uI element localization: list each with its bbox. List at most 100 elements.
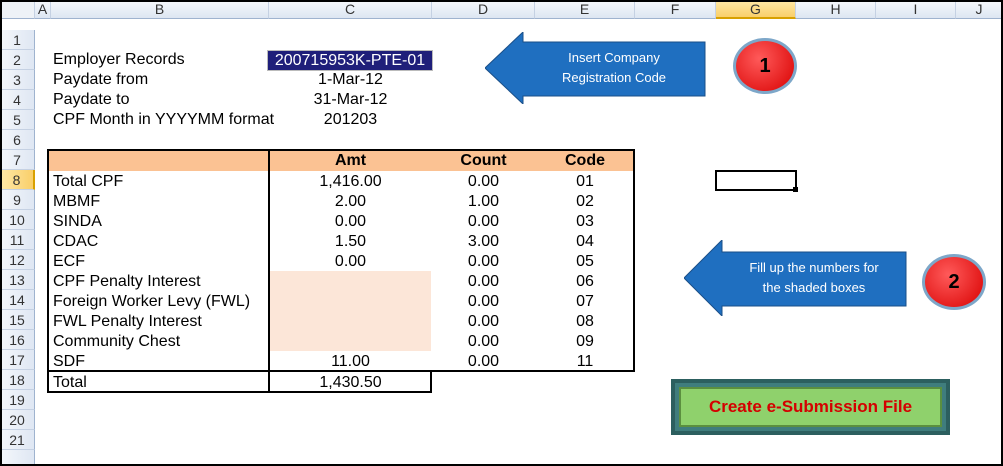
amt-sdf[interactable]: 11.00: [270, 352, 431, 372]
column-header-g[interactable]: G: [716, 0, 796, 19]
row-header-12[interactable]: 12: [0, 250, 35, 270]
amt-community-chest[interactable]: [270, 332, 431, 352]
code-sdf: 11: [576, 353, 594, 370]
row-name-sdf: SDF: [53, 353, 85, 370]
row-name-community-chest: Community Chest: [53, 333, 181, 350]
row-header-10[interactable]: 10: [0, 210, 35, 230]
total-value: 1,430.50: [319, 374, 382, 391]
row-header-18[interactable]: 18: [0, 370, 35, 390]
row-header-9[interactable]: 9: [0, 190, 35, 210]
column-header-d[interactable]: D: [432, 0, 535, 19]
row-header-17[interactable]: 17: [0, 350, 35, 370]
count-sinda[interactable]: 0.00: [432, 212, 535, 232]
column-header-a[interactable]: A: [35, 0, 51, 19]
row-header-1[interactable]: 1: [0, 30, 35, 50]
amt-cdac[interactable]: 1.50: [270, 232, 431, 252]
count-fwl[interactable]: 0.00: [432, 292, 535, 312]
row-header-6[interactable]: 6: [0, 130, 35, 150]
row-header-2[interactable]: 2: [0, 50, 35, 70]
count-cpf-penalty[interactable]: 0.00: [432, 272, 535, 292]
count-total-cpf[interactable]: 0.00: [432, 172, 535, 192]
step-2-badge: 2: [922, 254, 986, 310]
cpf-month-label: CPF Month in YYYYMM format: [53, 111, 275, 128]
row-header-4[interactable]: 4: [0, 90, 35, 110]
amt-total-cpf[interactable]: 1,416.00: [270, 172, 431, 192]
fill-handle[interactable]: [793, 187, 798, 192]
callout-insert-registration: Insert Company Registration Code: [485, 32, 707, 104]
create-e-submission-label: Create e-Submission File: [679, 387, 942, 427]
code-total-cpf: 01: [576, 173, 594, 190]
table-border-left: [47, 149, 49, 393]
row-header-21[interactable]: 21: [0, 430, 35, 450]
column-header-i[interactable]: I: [876, 0, 956, 19]
column-header-j[interactable]: J: [956, 0, 1003, 19]
callout-2-line-2: the shaded boxes: [762, 280, 866, 295]
row-name-sinda: SINDA: [53, 213, 102, 230]
amt-fwl-penalty[interactable]: [270, 312, 431, 332]
row-header-3[interactable]: 3: [0, 70, 35, 90]
amt-mbmf[interactable]: 2.00: [270, 192, 431, 212]
column-header-h[interactable]: H: [796, 0, 876, 19]
cpf-month-value[interactable]: 201203: [270, 110, 431, 130]
row-name-cdac: CDAC: [53, 233, 99, 250]
row-header-13[interactable]: 13: [0, 270, 35, 290]
create-e-submission-button[interactable]: Create e-Submission File: [671, 379, 950, 435]
row-name-fwl-penalty: FWL Penalty Interest: [53, 313, 202, 330]
column-header-b[interactable]: B: [51, 0, 269, 19]
count-header: Count: [460, 152, 507, 169]
row-name-cpf-penalty: CPF Penalty Interest: [53, 273, 201, 290]
spreadsheet: A B C D E F G H I J 1 2 3 4 5 6 7 8 9 10…: [0, 0, 1003, 466]
total-border-right: [430, 371, 432, 393]
row-header-19[interactable]: 19: [0, 390, 35, 410]
row-header-7[interactable]: 7: [0, 150, 35, 170]
amt-cpf-penalty[interactable]: [270, 272, 431, 292]
row-header-15[interactable]: 15: [0, 310, 35, 330]
paydate-to-label: Paydate to: [53, 91, 130, 108]
callout-fill-shaded: Fill up the numbers for the shaded boxes: [684, 240, 908, 316]
amt-sinda[interactable]: 0.00: [270, 212, 431, 232]
code-community-chest: 09: [576, 333, 594, 350]
amt-header: Amt: [334, 152, 367, 169]
column-header-c[interactable]: C: [269, 0, 432, 19]
column-header-f[interactable]: F: [635, 0, 716, 19]
code-ecf: 05: [576, 253, 594, 270]
paydate-to-value[interactable]: 31-Mar-12: [270, 90, 431, 110]
count-sdf[interactable]: 0.00: [432, 352, 535, 372]
active-cell-g8[interactable]: [715, 170, 797, 191]
count-cdac[interactable]: 3.00: [432, 232, 535, 252]
callout-1-line-1: Insert Company: [568, 50, 660, 65]
table-border-b-c: [268, 149, 270, 393]
row-header-20[interactable]: 20: [0, 410, 35, 430]
row-header-8[interactable]: 8: [0, 170, 35, 190]
column-header-e[interactable]: E: [535, 0, 635, 19]
code-fwl-penalty: 08: [576, 313, 594, 330]
code-header: Code: [565, 152, 605, 169]
code-mbmf: 02: [576, 193, 594, 210]
count-ecf[interactable]: 0.00: [432, 252, 535, 272]
count-community-chest[interactable]: 0.00: [432, 332, 535, 352]
paydate-from-value[interactable]: 1-Mar-12: [270, 70, 431, 90]
row-header-14[interactable]: 14: [0, 290, 35, 310]
row-header-22[interactable]: [0, 450, 35, 466]
row-header-5[interactable]: 5: [0, 110, 35, 130]
amt-ecf[interactable]: 0.00: [270, 252, 431, 272]
employer-records-label: Employer Records: [53, 51, 185, 68]
table-border-right: [633, 149, 635, 372]
row-header-11[interactable]: 11: [0, 230, 35, 250]
row-name-total-cpf: Total CPF: [53, 173, 124, 190]
row-name-ecf: ECF: [53, 253, 85, 270]
table-border-top: [47, 149, 635, 151]
row-name-mbmf: MBMF: [53, 193, 101, 210]
employer-records-value[interactable]: 200715953K-PTE-01: [267, 50, 433, 71]
count-fwl-penalty[interactable]: 0.00: [432, 312, 535, 332]
row-name-fwl: Foreign Worker Levy (FWL): [53, 293, 251, 310]
amt-fwl[interactable]: [270, 292, 431, 312]
code-fwl: 07: [576, 293, 594, 310]
callout-1-line-2: Registration Code: [561, 70, 667, 85]
select-all-corner[interactable]: [0, 0, 35, 19]
total-label: Total: [53, 374, 87, 391]
row-header-16[interactable]: 16: [0, 330, 35, 350]
count-mbmf[interactable]: 1.00: [432, 192, 535, 212]
step-1-badge: 1: [733, 38, 797, 94]
code-sinda: 03: [576, 213, 594, 230]
